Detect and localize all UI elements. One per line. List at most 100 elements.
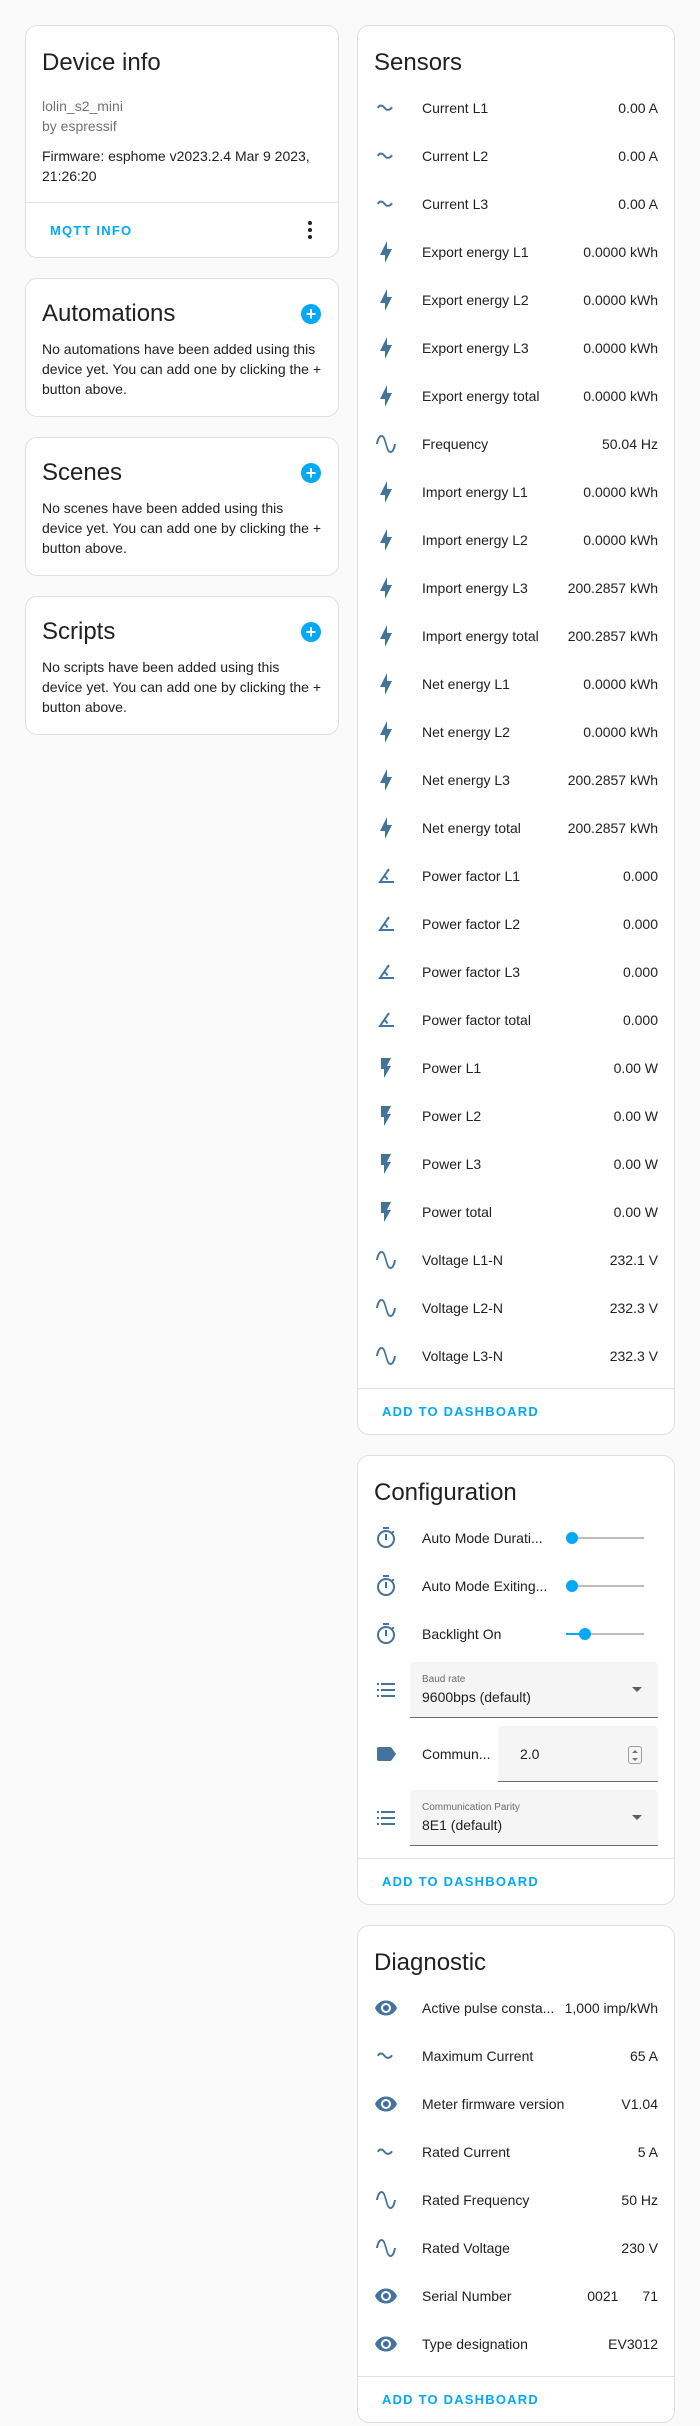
auto-mode-exiting-slider[interactable] (566, 1576, 644, 1596)
diagnostic-row[interactable]: Maximum Current 65 A (358, 2032, 674, 2080)
sensor-row[interactable]: Power total 0.00 W (358, 1188, 674, 1236)
sensor-name: Current L3 (422, 196, 489, 212)
sensor-row[interactable]: Import energy L3 200.2857 kWh (358, 564, 674, 612)
sensor-row[interactable]: Net energy total 200.2857 kWh (358, 804, 674, 852)
diagnostic-row[interactable]: Type designation EV3012 (358, 2320, 674, 2368)
diagnostic-list: Active pulse consta... 1,000 imp/kWh Maxim… (358, 1976, 674, 2376)
sensor-value: 0.00 A (618, 196, 658, 212)
sensor-value: 50.04 Hz (601, 436, 658, 452)
sensors-add-to-dashboard-button[interactable]: ADD TO DASHBOARD (374, 1404, 547, 1419)
sensor-row[interactable]: Voltage L3-N 232.3 V (358, 1332, 674, 1380)
backlight-on-slider[interactable] (566, 1624, 644, 1644)
sensor-name: Voltage L3-N (422, 1348, 503, 1364)
sensor-row[interactable]: Power L3 0.00 W (358, 1140, 674, 1188)
lightning-bolt-icon (374, 480, 398, 504)
angle-acute-icon (374, 1008, 398, 1032)
communication-value: 2.0 (520, 1745, 540, 1762)
sensor-row[interactable]: Voltage L1-N 232.1 V (358, 1236, 674, 1284)
sensor-row[interactable]: Current L3 0.00 A (358, 180, 674, 228)
sensor-row[interactable]: Power L2 0.00 W (358, 1092, 674, 1140)
dropdown-arrow-icon (632, 1687, 642, 1692)
sensor-value: 200.2857 kWh (567, 772, 658, 788)
automations-card: Automations + No automations have been a… (25, 278, 339, 417)
mqtt-info-button[interactable]: MQTT INFO (42, 223, 140, 238)
diagnostic-name: Maximum Current (422, 2048, 534, 2064)
dropdown-arrow-icon (632, 1815, 642, 1820)
sensor-row[interactable]: Net energy L1 0.0000 kWh (358, 660, 674, 708)
angle-acute-icon (374, 960, 398, 984)
sensor-value: 200.2857 kWh (567, 628, 658, 644)
config-row-communication: Commun... 2.0 (358, 1722, 674, 1786)
sensor-row[interactable]: Export energy L2 0.0000 kWh (358, 276, 674, 324)
sensor-value: 232.3 V (609, 1348, 658, 1364)
sensor-row[interactable]: Import energy L1 0.0000 kWh (358, 468, 674, 516)
flash-icon (374, 1056, 398, 1080)
diagnostic-row[interactable]: Meter firmware version V1.04 (358, 2080, 674, 2128)
diagnostic-row[interactable]: Active pulse consta... 1,000 imp/kWh (358, 1984, 674, 2032)
sensor-row[interactable]: Voltage L2-N 232.3 V (358, 1284, 674, 1332)
sensor-name: Net energy L3 (422, 772, 510, 788)
sensor-row[interactable]: Net energy L3 200.2857 kWh (358, 756, 674, 804)
sensor-name: Power factor L3 (422, 964, 521, 980)
configuration-add-to-dashboard-button[interactable]: ADD TO DASHBOARD (374, 1874, 547, 1889)
sensor-name: Import energy L1 (422, 484, 528, 500)
add-automation-icon[interactable]: + (301, 304, 321, 324)
more-menu-icon[interactable] (298, 218, 322, 242)
scenes-card: Scenes + No scenes have been added using… (25, 437, 339, 576)
diagnostic-row[interactable]: Rated Voltage 230 V (358, 2224, 674, 2272)
sensor-row[interactable]: Export energy L3 0.0000 kWh (358, 324, 674, 372)
right-column: Sensors Current L1 0.00 A Current L2 0.00 A… (357, 25, 675, 2426)
config-row-parity: Communication Parity 8E1 (default) (358, 1786, 674, 1850)
baud-rate-value: 9600bps (default) (422, 1689, 531, 1705)
device-manufacturer: by espressif (42, 118, 117, 134)
add-script-icon[interactable]: + (301, 622, 321, 642)
sensor-row[interactable]: Net energy L2 0.0000 kWh (358, 708, 674, 756)
sensor-row[interactable]: Power factor L1 0.000 (358, 852, 674, 900)
device-firmware: Firmware: esphome v2023.2.4 Mar 9 2023, … (42, 148, 310, 184)
diagnostic-row[interactable]: Rated Frequency 50 Hz (358, 2176, 674, 2224)
sensor-row[interactable]: Power factor L3 0.000 (358, 948, 674, 996)
spinner-arrows-icon[interactable] (628, 1746, 642, 1764)
sensor-value: 0.0000 kWh (583, 388, 658, 404)
sensor-row[interactable]: Power factor total 0.000 (358, 996, 674, 1044)
flash-icon (374, 1200, 398, 1224)
sensor-name: Current L1 (422, 100, 489, 116)
auto-mode-duration-slider[interactable] (566, 1528, 644, 1548)
diagnostic-card: Diagnostic Active pulse consta... 1,000 i… (357, 1925, 675, 2423)
diagnostic-name: Type designation (422, 2336, 528, 2352)
add-scene-icon[interactable]: + (301, 463, 321, 483)
sensor-row[interactable]: Export energy total 0.0000 kWh (358, 372, 674, 420)
sensor-name: Power factor total (422, 1012, 531, 1028)
diagnostic-row[interactable]: Rated Current 5 A (358, 2128, 674, 2176)
scripts-title: Scripts (42, 618, 116, 645)
sensor-row[interactable]: Current L1 0.00 A (358, 84, 674, 132)
scenes-text: No scenes have been added using this dev… (42, 500, 322, 556)
sensor-value: 0.00 A (618, 100, 658, 116)
current-ac-icon (374, 2044, 398, 2068)
sensor-name: Power total (422, 1204, 493, 1220)
sensor-row[interactable]: Power factor L2 0.000 (358, 900, 674, 948)
sensor-row[interactable]: Export energy L1 0.0000 kWh (358, 228, 674, 276)
sensor-row[interactable]: Import energy L2 0.0000 kWh (358, 516, 674, 564)
sensor-row[interactable]: Frequency 50.04 Hz (358, 420, 674, 468)
flash-icon (374, 1152, 398, 1176)
sensor-row[interactable]: Current L2 0.00 A (358, 132, 674, 180)
eye-icon (374, 2332, 398, 2356)
baud-rate-select[interactable]: Baud rate 9600bps (default) (410, 1662, 658, 1718)
diagnostic-name: Rated Voltage (422, 2240, 510, 2256)
diagnostic-value: V1.04 (621, 2096, 658, 2112)
config-row-slider-3: Backlight On (358, 1610, 674, 1658)
device-model: lolin_s2_mini (42, 98, 123, 114)
communication-number-input[interactable]: 2.0 (498, 1726, 658, 1782)
eye-icon (374, 1996, 398, 2020)
sensor-value: 0.000 (622, 1012, 658, 1028)
sensor-name: Net energy L2 (422, 724, 510, 740)
sensor-row[interactable]: Import energy total 200.2857 kWh (358, 612, 674, 660)
communication-parity-select[interactable]: Communication Parity 8E1 (default) (410, 1790, 658, 1846)
sensor-row[interactable]: Power L1 0.00 W (358, 1044, 674, 1092)
diagnostic-add-to-dashboard-button[interactable]: ADD TO DASHBOARD (374, 2392, 547, 2407)
sensor-name: Voltage L1-N (422, 1252, 503, 1268)
diagnostic-name: Serial Number (422, 2288, 512, 2304)
diagnostic-row[interactable]: Serial Number 0021 71 (358, 2272, 674, 2320)
sensor-value: 232.3 V (609, 1300, 658, 1316)
